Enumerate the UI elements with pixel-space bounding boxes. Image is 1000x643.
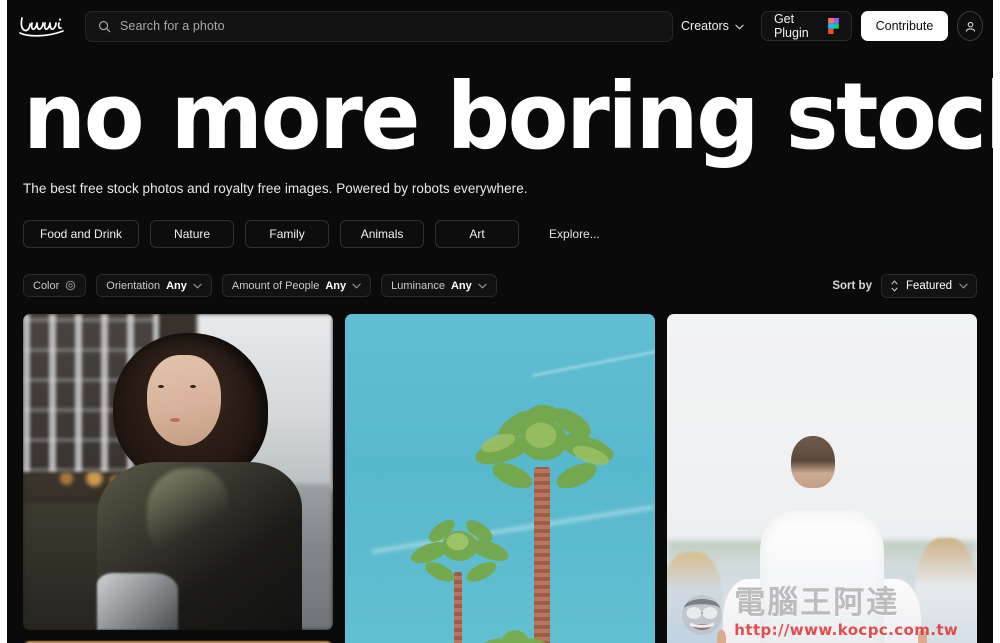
- get-plugin-button[interactable]: Get Plugin: [760, 11, 852, 41]
- photo-grid: 電腦王阿達 http://www.kocpc.com.tw: [7, 313, 993, 643]
- chip-label: Animals: [360, 226, 404, 241]
- chip-label: Food and Drink: [40, 226, 123, 241]
- chip-label: Art: [469, 226, 485, 241]
- chevron-down-icon: [735, 19, 744, 33]
- photo-layer-palm-fronds: [480, 620, 551, 643]
- photo-layer-palm-fronds: [410, 518, 509, 583]
- chip-label: Family: [269, 226, 305, 241]
- photo-layer-lips: [170, 417, 181, 422]
- color-wheel-icon: [65, 280, 76, 291]
- filter-orientation[interactable]: Orientation Any: [96, 274, 212, 298]
- filter-label: Orientation: [106, 279, 161, 292]
- photo-layer-eye: [157, 384, 164, 388]
- filter-value: Any: [450, 279, 472, 292]
- category-chip-art[interactable]: Art: [435, 219, 520, 248]
- photo-layer-head: [791, 435, 835, 488]
- search-input[interactable]: Search for a photo: [85, 10, 673, 42]
- photo-layer-contrail: [532, 347, 655, 377]
- contribute-label: Contribute: [875, 19, 934, 33]
- photo-card[interactable]: [345, 313, 655, 643]
- hero-section: no more boring stock The best free stock…: [7, 52, 993, 196]
- hero-subtitle: The best free stock photos and royalty f…: [23, 180, 528, 196]
- filter-amount-of-people[interactable]: Amount of People Any: [221, 274, 372, 298]
- chevron-down-icon: [478, 283, 487, 289]
- filter-label: Color: [33, 279, 60, 292]
- photo-column: 電腦王阿達 http://www.kocpc.com.tw: [667, 313, 977, 643]
- photo-layer-person: [667, 551, 723, 643]
- search-placeholder-text: Search for a photo: [120, 19, 225, 33]
- photo-layer-hand: [716, 629, 726, 643]
- search-icon: [98, 20, 111, 33]
- explore-link[interactable]: Explore...: [541, 220, 608, 248]
- get-plugin-label: Get Plugin: [773, 12, 809, 40]
- filter-bar: Color Orientation Any Amount of People A…: [7, 273, 993, 298]
- category-chip-nature[interactable]: Nature: [150, 219, 235, 248]
- contribute-button[interactable]: Contribute: [860, 11, 949, 41]
- sort-control: Sort by Featured: [832, 273, 977, 298]
- category-chip-family[interactable]: Family: [245, 219, 330, 248]
- photo-card[interactable]: 電腦王阿達 http://www.kocpc.com.tw: [667, 313, 977, 643]
- filter-luminance[interactable]: Luminance Any: [381, 274, 497, 298]
- sort-by-label: Sort by: [832, 279, 872, 292]
- filter-value: Any: [325, 279, 347, 292]
- chip-label: Nature: [174, 226, 211, 241]
- user-avatar-icon: [964, 20, 977, 33]
- browser-window: Search for a photo Creators Get Plugin C…: [0, 0, 1000, 643]
- header-actions: Creators Get Plugin Contribute: [673, 11, 985, 41]
- filter-label: Amount of People: [231, 279, 320, 292]
- photo-layer-palm-fronds: [472, 405, 615, 493]
- photo-layer-person: [915, 537, 977, 643]
- photo-layer-palm-trunk: [453, 571, 462, 643]
- photo-layer-garment-pattern: [97, 572, 178, 630]
- category-chip-animals[interactable]: Animals: [340, 219, 425, 248]
- photo-layer-shirt: [760, 510, 884, 643]
- category-chip-food-and-drink[interactable]: Food and Drink: [23, 219, 140, 248]
- account-button[interactable]: [957, 11, 983, 41]
- sort-value: Featured: [905, 279, 952, 292]
- photo-layer-face: [147, 354, 222, 447]
- photo-column: [345, 313, 655, 643]
- photo-layer-eye: [190, 384, 197, 388]
- sort-dropdown[interactable]: Featured: [880, 273, 977, 298]
- site-header: Search for a photo Creators Get Plugin C…: [7, 0, 993, 52]
- chevron-down-icon: [959, 283, 968, 289]
- lummi-page: Search for a photo Creators Get Plugin C…: [7, 0, 993, 643]
- explore-label: Explore...: [549, 226, 600, 241]
- photo-card[interactable]: [23, 313, 333, 630]
- lummi-logo[interactable]: [17, 13, 73, 39]
- creators-label: Creators: [681, 19, 729, 33]
- page-title: no more boring stock: [23, 63, 993, 170]
- chevron-down-icon: [193, 283, 202, 289]
- filter-color[interactable]: Color: [23, 274, 87, 298]
- category-chip-row: Food and Drink Nature Family Animals Art…: [7, 219, 993, 248]
- chevron-down-icon: [352, 283, 361, 289]
- creators-menu[interactable]: Creators: [673, 13, 752, 39]
- filter-value: Any: [166, 279, 187, 292]
- sort-updown-icon: [890, 280, 899, 292]
- figma-icon: [827, 18, 839, 34]
- photo-column: [23, 313, 333, 643]
- filter-label: Luminance: [391, 279, 445, 292]
